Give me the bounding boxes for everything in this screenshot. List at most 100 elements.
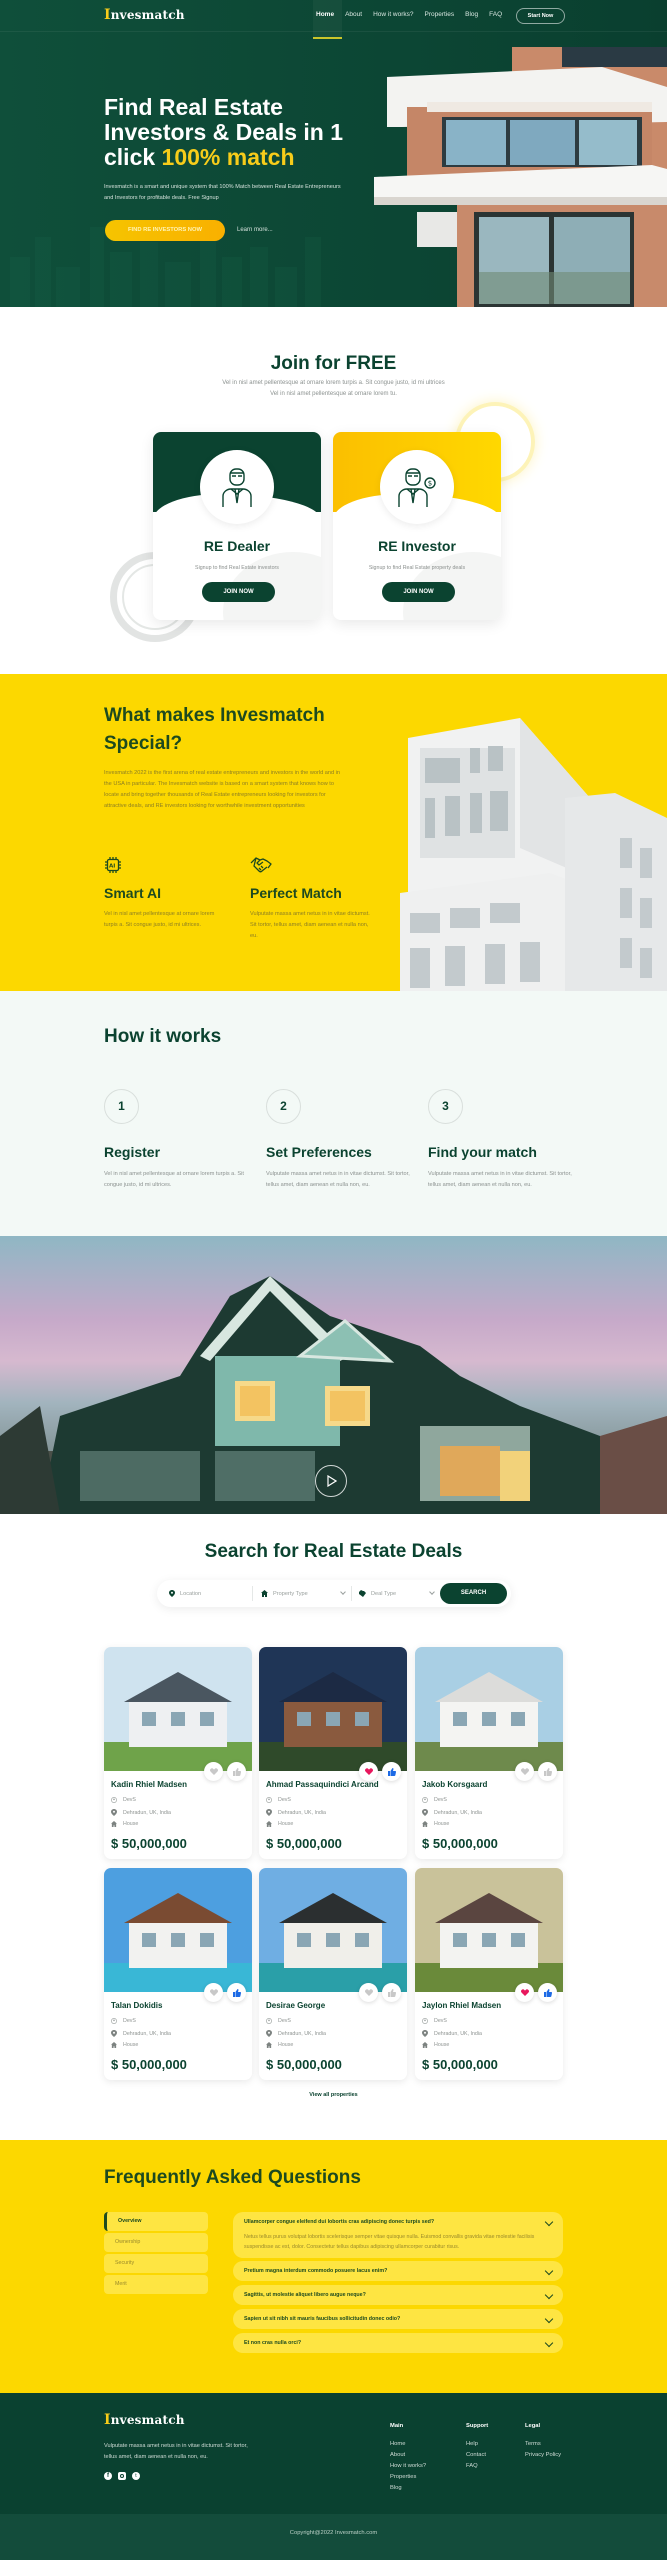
like-button[interactable] [382, 1762, 401, 1781]
favorite-button[interactable] [359, 1983, 378, 2002]
property-card[interactable]: Ahmad Passaquindici Arcand DevS Dehradun… [259, 1647, 407, 1859]
property-card[interactable]: Desirae George DevS Dehradun, UK, India … [259, 1868, 407, 2080]
property-owner: DevS [422, 1797, 447, 1803]
instagram-icon[interactable] [118, 2472, 126, 2480]
faq-tab-security[interactable]: Security [104, 2254, 208, 2273]
footer-link-faq[interactable]: FAQ [466, 2461, 488, 2472]
property-price: $ 50,000,000 [111, 2057, 187, 2072]
property-card[interactable]: Talan Dokidis DevS Dehradun, UK, India H… [104, 1868, 252, 2080]
hero-subtitle: Invesmatch is a smart and unique system … [104, 184, 341, 201]
nav-blog[interactable]: Blog [465, 11, 478, 18]
like-button[interactable] [227, 1762, 246, 1781]
footer-link-terms[interactable]: Terms [525, 2439, 561, 2450]
faq-question[interactable]: Sapien ut sit nibh sit mauris faucibus s… [244, 2309, 554, 2329]
faq-section: Frequently Asked Questions Overview Owne… [0, 2140, 667, 2393]
property-image[interactable] [259, 1868, 407, 1992]
view-all-properties-link[interactable]: View all properties [0, 2092, 667, 2098]
footer-logo[interactable]: Invesmatch [104, 2412, 185, 2428]
favorite-button[interactable] [359, 1762, 378, 1781]
nav-home[interactable]: Home [316, 11, 334, 18]
step-text: Vulputate massa amet netus in in vitae d… [428, 1171, 572, 1188]
property-image[interactable] [415, 1868, 563, 1992]
location-pin-icon [111, 1809, 117, 1816]
investor-avatar: $ [380, 450, 454, 524]
faq-tab-ownership[interactable]: Ownership [104, 2233, 208, 2252]
footer-col-support: Support Help Contact FAQ [466, 2423, 488, 2472]
faq-item[interactable]: Sagittis, ut molestie aliquet libero aug… [233, 2285, 563, 2305]
property-name[interactable]: Ahmad Passaquindici Arcand [266, 1780, 379, 1789]
property-image[interactable] [104, 1868, 252, 1992]
twitter-icon[interactable]: t [132, 2472, 140, 2480]
property-card[interactable]: Jaylon Rhiel Madsen DevS Dehradun, UK, I… [415, 1868, 563, 2080]
location-input[interactable]: Location [169, 1580, 247, 1607]
step-set-preferences: 2 Set Preferences Vulputate massa amet n… [266, 1089, 416, 1191]
favorite-button[interactable] [204, 1762, 223, 1781]
footer-link-properties[interactable]: Properties [390, 2472, 426, 2483]
learn-more-link[interactable]: Learn more... [237, 227, 273, 233]
footer-link-home[interactable]: Home [390, 2439, 426, 2450]
footer-link-about[interactable]: About [390, 2450, 426, 2461]
nav-faq[interactable]: FAQ [489, 11, 502, 18]
property-type: House [111, 2042, 138, 2048]
property-type-select[interactable]: Property Type [261, 1580, 346, 1607]
like-button[interactable] [538, 1762, 557, 1781]
deal-type-select[interactable]: Deal Type [359, 1580, 439, 1607]
faq-question[interactable]: Sagittis, ut molestie aliquet libero aug… [244, 2285, 554, 2305]
faq-tab-merit[interactable]: Merit [104, 2275, 208, 2294]
property-image[interactable] [259, 1647, 407, 1771]
dealer-join-button[interactable]: JOIN NOW [202, 582, 275, 602]
faq-question[interactable]: Ullamcorper congue eleifend dui lobortis… [244, 2212, 554, 2232]
footer-link-privacy[interactable]: Privacy Policy [525, 2450, 561, 2461]
video-section[interactable] [0, 1236, 667, 1514]
facebook-icon[interactable]: f [104, 2472, 112, 2480]
favorite-button[interactable] [515, 1983, 534, 2002]
like-button[interactable] [538, 1983, 557, 2002]
investor-join-button[interactable]: JOIN NOW [382, 582, 455, 602]
property-name[interactable]: Talan Dokidis [111, 2001, 162, 2010]
nav-about[interactable]: About [345, 11, 362, 18]
property-name[interactable]: Desirae George [266, 2001, 325, 2010]
thumbs-up-icon [387, 1988, 396, 1997]
property-location: Dehradun, UK, India [266, 1809, 326, 1816]
footer-link-how[interactable]: How it works? [390, 2461, 426, 2472]
search-button[interactable]: SEARCH [440, 1583, 507, 1604]
faq-item[interactable]: Sapien ut sit nibh sit mauris faucibus s… [233, 2309, 563, 2329]
property-image[interactable] [104, 1647, 252, 1771]
logo[interactable]: Invesmatch [104, 7, 185, 23]
start-now-button[interactable]: Start Now [516, 8, 565, 24]
property-card[interactable]: Jakob Korsgaard DevS Dehradun, UK, India… [415, 1647, 563, 1859]
faq-tab-overview[interactable]: Overview [104, 2212, 208, 2231]
faq-question[interactable]: Et non cras nulla orci? [244, 2333, 554, 2353]
footer-link-help[interactable]: Help [466, 2439, 488, 2450]
property-owner: DevS [266, 2018, 291, 2024]
faq-item-open[interactable]: Ullamcorper congue eleifend dui lobortis… [233, 2212, 563, 2258]
special-title: What makes Invesmatch Special? [104, 705, 325, 754]
footer-link-contact[interactable]: Contact [466, 2450, 488, 2461]
find-investors-button[interactable]: FIND RE INVESTORS NOW [105, 220, 225, 241]
step-number: 1 [104, 1089, 139, 1124]
property-name[interactable]: Jaylon Rhiel Madsen [422, 2001, 501, 2010]
footer-text: Vulputate massa amet netus in in vitae d… [104, 2443, 248, 2460]
property-name[interactable]: Jakob Korsgaard [422, 1780, 487, 1789]
footer-col-legal: Legal Terms Privacy Policy [525, 2423, 561, 2461]
property-image[interactable] [415, 1647, 563, 1771]
faq-item[interactable]: Et non cras nulla orci? [233, 2333, 563, 2353]
faq-question[interactable]: Pretium magna interdum commodo posuere l… [244, 2261, 554, 2281]
faq-item[interactable]: Pretium magna interdum commodo posuere l… [233, 2261, 563, 2281]
property-owner: DevS [266, 1797, 291, 1803]
nav-how-it-works[interactable]: How it works? [373, 11, 413, 18]
white-building-image [400, 718, 667, 991]
play-button[interactable] [315, 1465, 347, 1497]
favorite-button[interactable] [515, 1762, 534, 1781]
nav-properties[interactable]: Properties [425, 11, 455, 18]
property-location: Dehradun, UK, India [422, 1809, 482, 1816]
location-pin-icon [422, 1809, 428, 1816]
faq-title: Frequently Asked Questions [104, 2167, 361, 2188]
thumbs-up-icon [232, 1767, 241, 1776]
footer-link-blog[interactable]: Blog [390, 2483, 426, 2494]
property-card[interactable]: Kadin Rhiel Madsen DevS Dehradun, UK, In… [104, 1647, 252, 1859]
like-button[interactable] [227, 1983, 246, 2002]
favorite-button[interactable] [204, 1983, 223, 2002]
like-button[interactable] [382, 1983, 401, 2002]
property-name[interactable]: Kadin Rhiel Madsen [111, 1780, 187, 1789]
